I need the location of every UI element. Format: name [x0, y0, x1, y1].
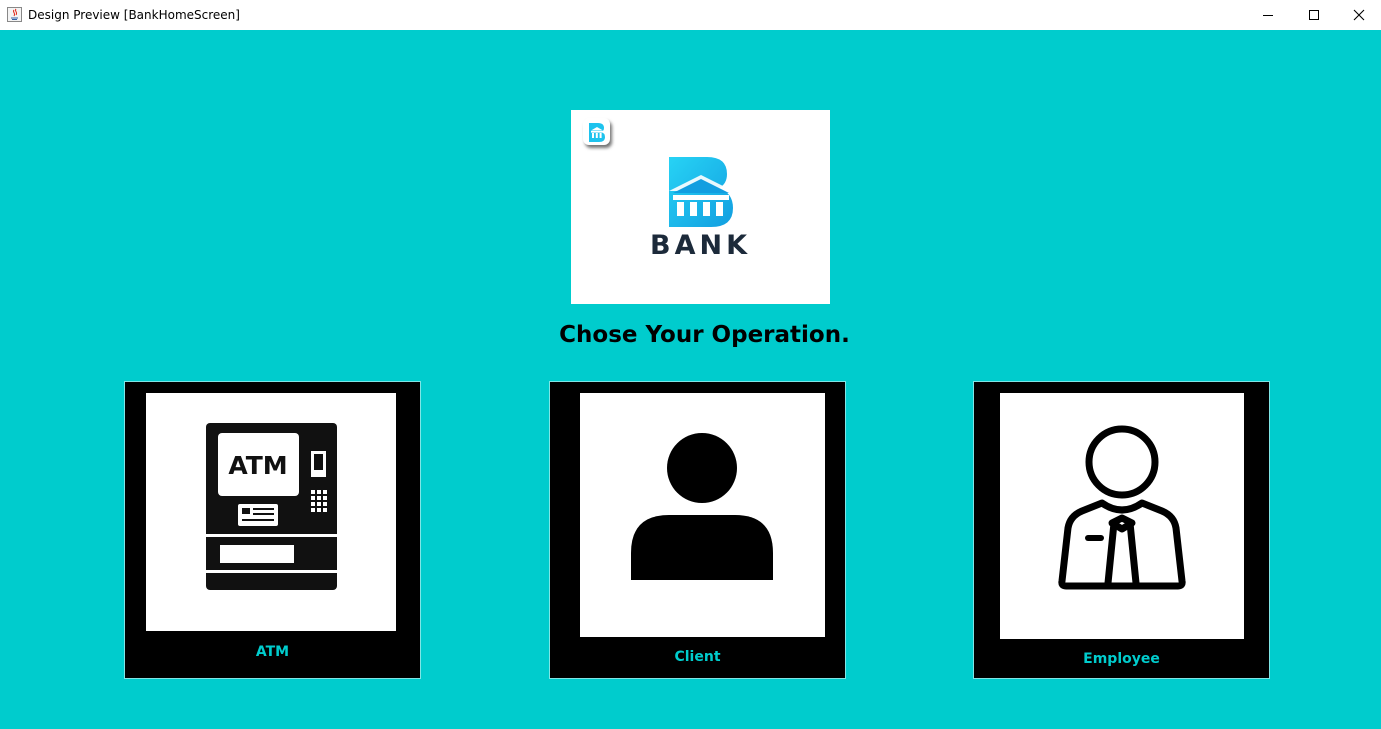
window-titlebar: Design Preview [BankHomeScreen]: [0, 0, 1381, 30]
close-icon: [1353, 9, 1365, 21]
minimize-icon: [1263, 15, 1273, 16]
user-silhouette-icon: [631, 433, 773, 580]
client-image: [580, 393, 825, 637]
employee-image: [1000, 393, 1244, 639]
maximize-icon: [1309, 10, 1319, 20]
employee-operation-button[interactable]: Employee: [973, 381, 1270, 679]
employee-tie-icon: [1058, 425, 1186, 590]
page-heading: Chose Your Operation.: [559, 322, 850, 348]
window-title: Design Preview [BankHomeScreen]: [28, 8, 240, 22]
atm-label: ATM: [255, 644, 290, 660]
bank-logo: BANK: [571, 110, 830, 304]
client-operation-button[interactable]: Client: [549, 381, 846, 679]
bank-building-icon: [669, 157, 733, 227]
atm-image: ATM: [146, 393, 396, 631]
client-label: Client: [674, 649, 721, 665]
maximize-button[interactable]: [1291, 0, 1337, 30]
employee-label: Employee: [1083, 651, 1160, 667]
atm-operation-button[interactable]: ATM ATM: [124, 381, 421, 679]
bank-brand-text: BANK: [650, 230, 751, 261]
bank-badge-icon: [583, 118, 610, 145]
atm-machine-icon: ATM: [206, 423, 337, 590]
atm-screen-text: ATM: [228, 451, 287, 480]
close-button[interactable]: [1336, 0, 1381, 30]
main-panel: BANK Chose Your Operation. ATM ATM Clien…: [0, 30, 1381, 729]
minimize-button[interactable]: [1245, 0, 1291, 30]
java-app-icon: [7, 7, 22, 22]
